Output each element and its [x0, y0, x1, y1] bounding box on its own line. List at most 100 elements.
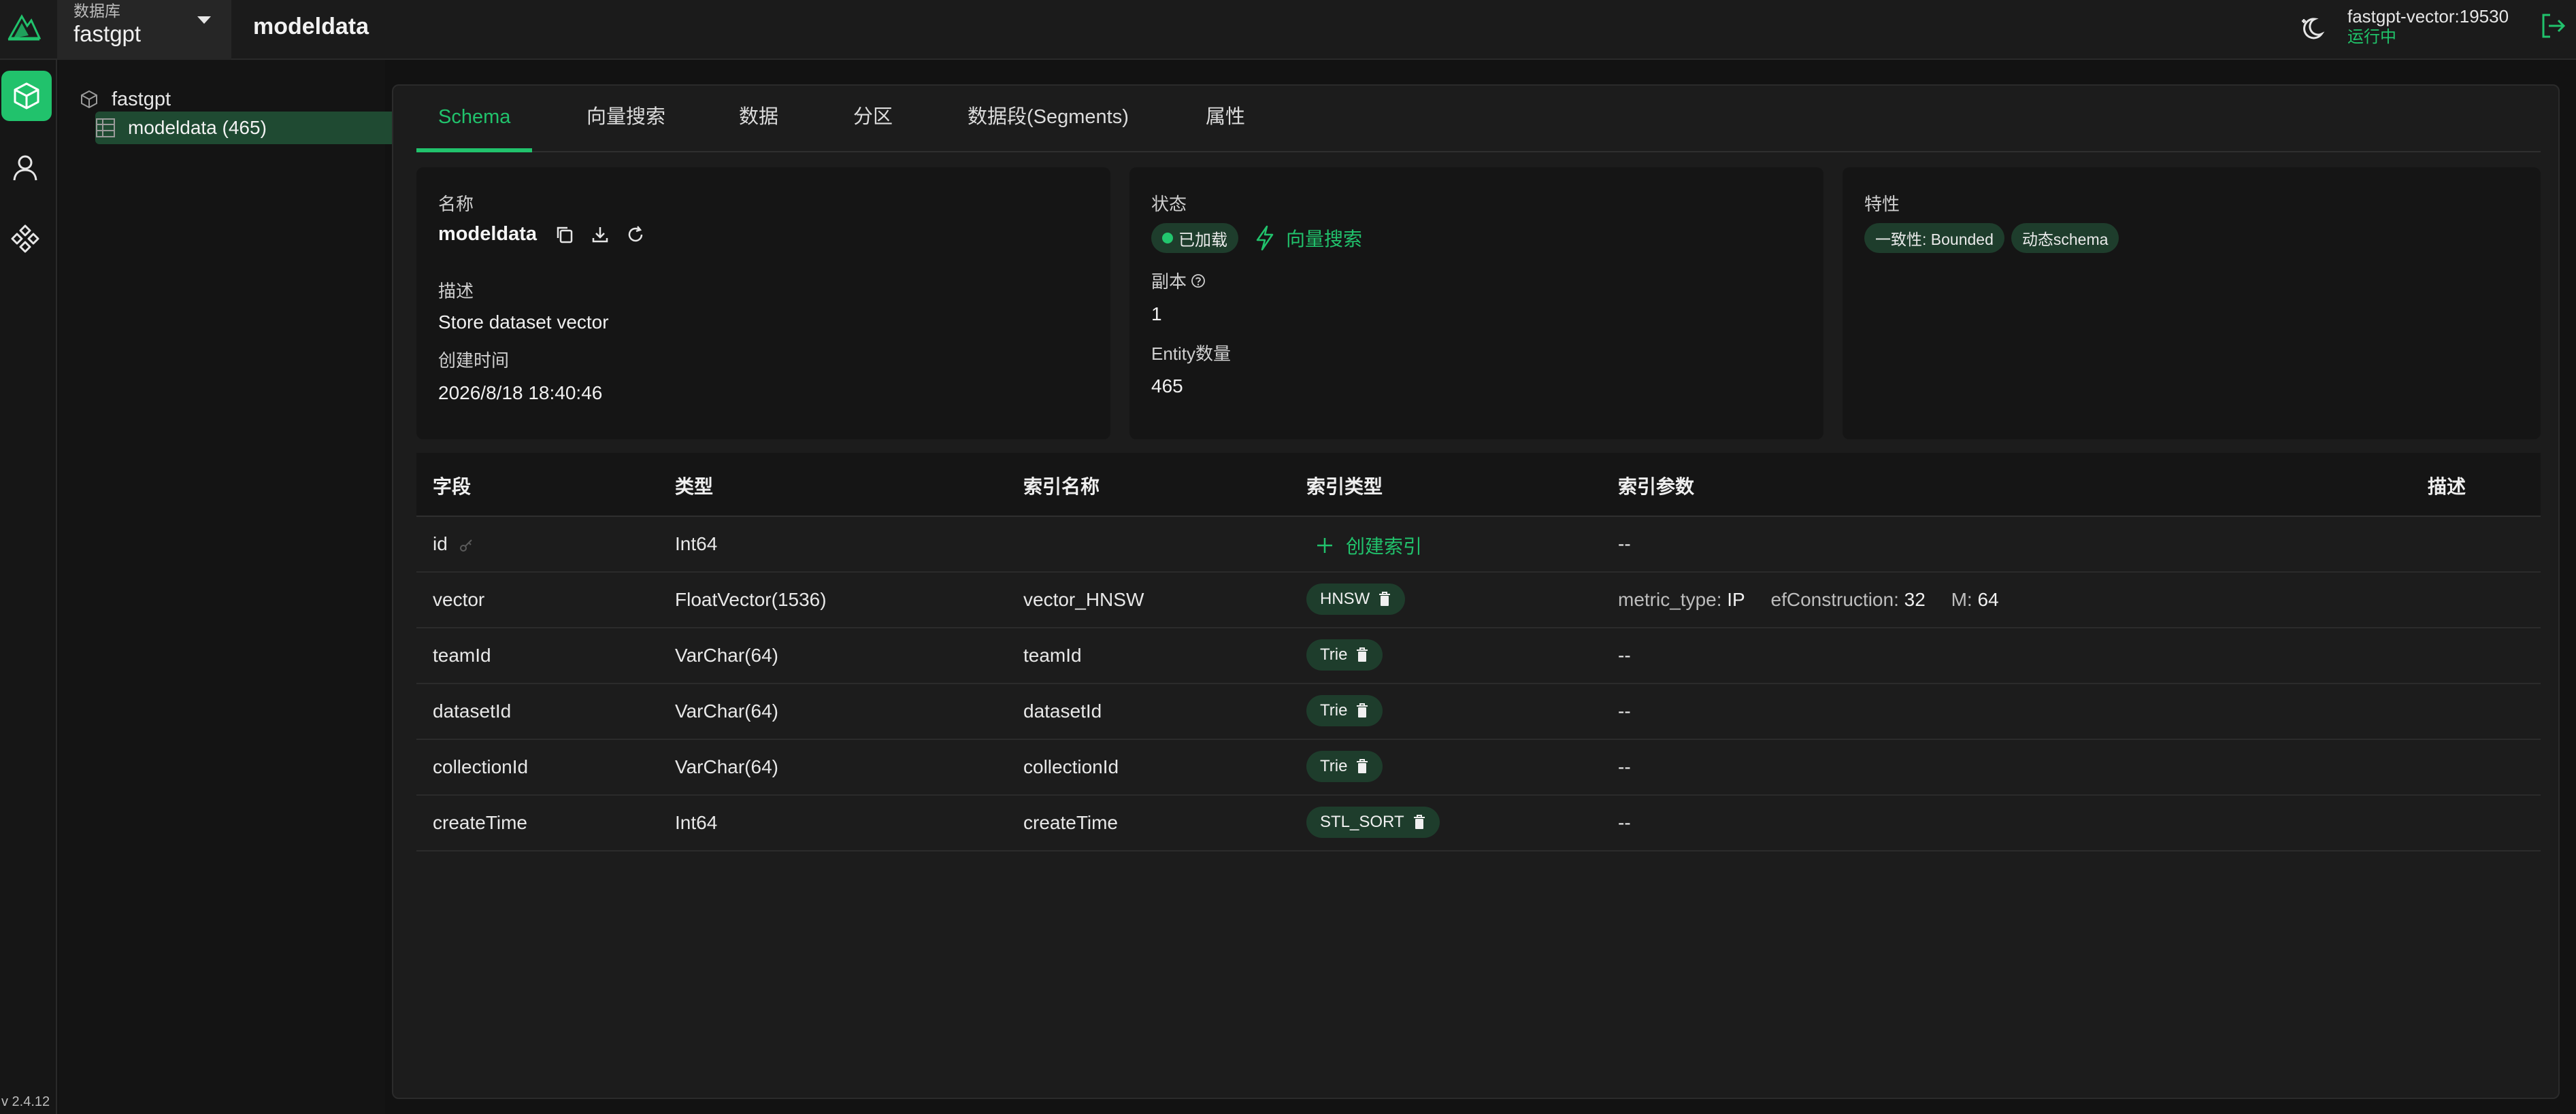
create-index-button[interactable]: 创建索引	[1315, 532, 1422, 559]
primary-key-icon	[459, 539, 472, 552]
index-params-cell: --	[1618, 756, 1631, 777]
nav-database-button[interactable]	[1, 71, 52, 121]
tree-database-node[interactable]: fastgpt	[79, 84, 171, 114]
replica-label-wrap: 副本	[1151, 268, 1206, 293]
loaded-status-badge[interactable]: 已加载	[1151, 223, 1238, 253]
field-name: teamId	[433, 645, 491, 666]
tree-database-label: fastgpt	[112, 88, 171, 110]
delete-index-trash-icon[interactable]	[1413, 814, 1426, 830]
table-row: vector FloatVector(1536) vector_HNSW HNS…	[416, 573, 2541, 628]
tab-partitions[interactable]: 分区	[853, 106, 893, 152]
type-cell: VarChar(64)	[675, 645, 778, 666]
info-card: 名称 modeldata 描述 Store dataset vector 创建时…	[416, 167, 1110, 439]
vector-search-link[interactable]: 向量搜索	[1253, 224, 1362, 252]
field-name: datasetId	[433, 701, 512, 722]
download-icon[interactable]	[590, 224, 610, 245]
schema-table: 字段 类型 索引名称 索引类型 索引参数 描述 id Int64 创建索引 --…	[416, 453, 2541, 851]
system-topology-icon	[11, 224, 39, 253]
tab-vector-search[interactable]: 向量搜索	[587, 106, 665, 152]
index-params-cell: --	[1618, 645, 1631, 666]
index-name-cell: collectionId	[1023, 756, 1119, 777]
database-select-value: fastgpt	[73, 21, 142, 46]
type-cell: FloatVector(1536)	[675, 589, 827, 610]
header-index-type: 索引类型	[1306, 476, 1383, 497]
nav-users-button[interactable]	[0, 143, 50, 193]
top-bar: 数据库 fastgpt modeldata fastgpt-vector:195…	[0, 0, 2576, 60]
loaded-status-text: 已加载	[1178, 231, 1227, 250]
description-value: Store dataset vector	[438, 311, 609, 333]
user-icon	[13, 155, 37, 181]
index-name-cell: createTime	[1023, 812, 1119, 833]
tab-bar: Schema 向量搜索 数据 分区 数据段(Segments) 属性	[416, 86, 2541, 152]
collection-tree: fastgpt modeldata (465)	[59, 60, 438, 1114]
nav-rail: v 2.4.12	[0, 60, 57, 1114]
status-row: 已加载 向量搜索	[1151, 223, 1362, 253]
replica-label: 副本	[1151, 271, 1187, 292]
logout-icon[interactable]	[2538, 11, 2568, 41]
nav-system-button[interactable]	[0, 214, 50, 264]
index-params-cell: --	[1618, 701, 1631, 722]
index-type-label: Trie	[1320, 701, 1348, 720]
description-label: 描述	[438, 281, 474, 301]
field-cell: id	[433, 533, 474, 555]
features-label: 特性	[1864, 194, 1900, 214]
page-title: modeldata	[253, 14, 369, 39]
loaded-dot	[1162, 233, 1173, 243]
index-params-cell: --	[1618, 533, 1631, 554]
index-type-badge: STL_SORT	[1306, 807, 1440, 838]
header-field: 字段	[433, 476, 472, 497]
delete-index-trash-icon[interactable]	[1355, 647, 1369, 663]
replica-value: 1	[1151, 303, 1162, 324]
index-params-cell: metric_type: IP efConstruction: 32 M: 64	[1618, 589, 2019, 611]
field-name: id	[433, 533, 448, 554]
field-name: collectionId	[433, 756, 529, 777]
index-type-label: HNSW	[1320, 590, 1370, 608]
param-key: metric_type:	[1618, 589, 1728, 610]
chevron-down-icon	[197, 16, 211, 24]
delete-index-trash-icon[interactable]	[1355, 758, 1369, 775]
index-type-label: Trie	[1320, 757, 1348, 775]
tab-segments[interactable]: 数据段(Segments)	[968, 106, 1129, 152]
collection-name: modeldata	[438, 223, 538, 245]
table-header: 字段 类型 索引名称 索引类型 索引参数 描述	[416, 453, 2541, 517]
theme-toggle-moon-icon[interactable]	[2297, 14, 2327, 44]
database-cube-icon	[81, 90, 97, 109]
entity-count-value: 465	[1151, 375, 1183, 396]
header-index-params: 索引参数	[1618, 476, 1695, 497]
param-key: efConstruction:	[1770, 589, 1904, 610]
index-type-badge: Trie	[1306, 751, 1383, 782]
connection-state: 运行中	[2347, 28, 2396, 46]
tab-properties[interactable]: 属性	[1206, 106, 1245, 152]
milvus-logo-icon[interactable]	[7, 12, 41, 42]
delete-index-trash-icon[interactable]	[1355, 703, 1369, 719]
param-value: 32	[1904, 589, 1926, 610]
entity-count-label: Entity数量	[1151, 343, 1232, 364]
delete-index-trash-icon[interactable]	[1378, 591, 1391, 607]
param-value: IP	[1727, 589, 1745, 610]
app-root: 数据库 fastgpt modeldata fastgpt-vector:195…	[0, 0, 2576, 1114]
database-select[interactable]: 数据库 fastgpt	[57, 0, 231, 60]
table-row: id Int64 创建索引 --	[416, 517, 2541, 573]
cube-icon	[14, 82, 39, 109]
index-name-cell: vector_HNSW	[1023, 589, 1144, 610]
name-row: modeldata	[438, 223, 646, 246]
lightning-icon	[1256, 225, 1274, 251]
table-row: datasetId VarChar(64) datasetId Trie --	[416, 684, 2541, 740]
app-version: v 2.4.12	[1, 1094, 50, 1109]
tree-collection-node[interactable]: modeldata (465)	[95, 112, 438, 144]
index-name-cell: teamId	[1023, 645, 1082, 666]
index-type-badge: HNSW	[1306, 584, 1406, 615]
status-label: 状态	[1151, 194, 1187, 214]
tree-collection-label: modeldata (465)	[128, 117, 267, 138]
copy-icon[interactable]	[555, 224, 575, 245]
connection-address: fastgpt-vector:19530	[2347, 6, 2509, 27]
refresh-icon[interactable]	[625, 224, 646, 245]
tab-data[interactable]: 数据	[739, 106, 778, 152]
main-panel: Schema 向量搜索 数据 分区 数据段(Segments) 属性 名称 mo…	[392, 84, 2560, 1099]
param-key: M:	[1951, 589, 1978, 610]
connection-info: fastgpt-vector:19530 运行中	[2347, 5, 2509, 48]
tab-schema[interactable]: Schema	[416, 106, 533, 152]
help-circle-icon[interactable]	[1191, 273, 1206, 288]
index-name-cell: datasetId	[1023, 701, 1102, 722]
vector-search-link-label: 向量搜索	[1286, 229, 1363, 250]
